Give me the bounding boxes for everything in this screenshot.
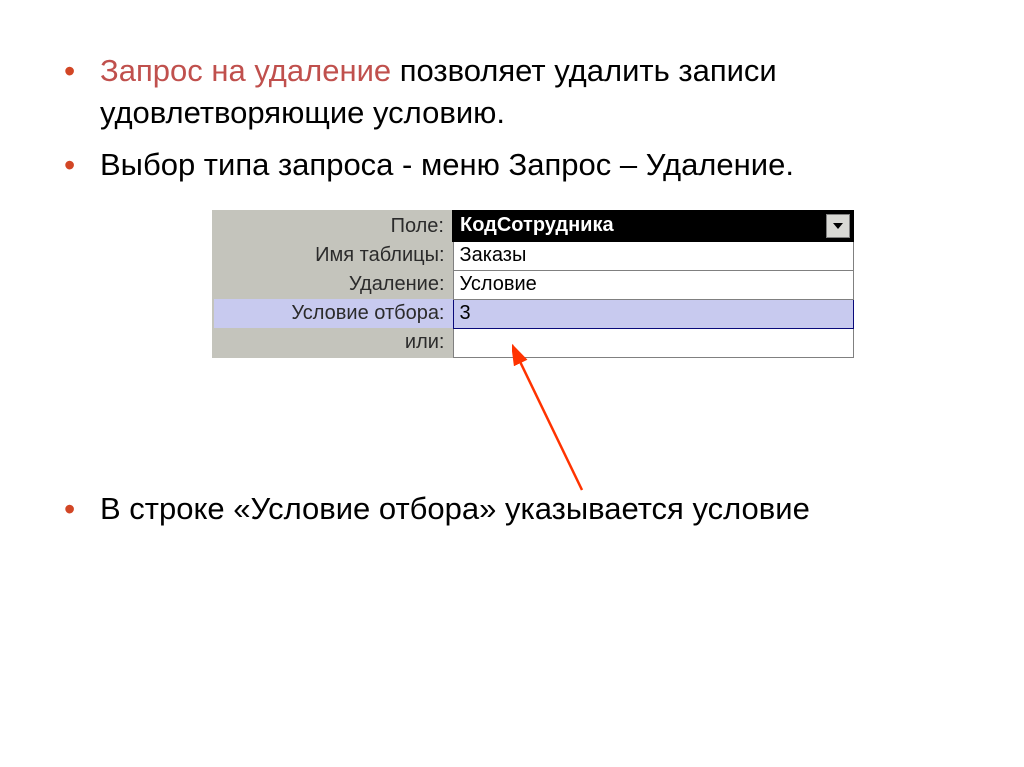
grid-label: Условие отбора: <box>213 299 453 328</box>
bullet-1-highlight: Запрос на удаление <box>100 53 391 88</box>
query-design-grid: Поле: КодСотрудника Имя таблицы: Заказы … <box>212 210 852 358</box>
grid-value-table[interactable]: Заказы <box>453 241 853 271</box>
grid-label: Удаление: <box>213 270 453 299</box>
grid-row-table: Имя таблицы: Заказы <box>213 241 853 271</box>
grid-label: или: <box>213 328 453 357</box>
bullet-list-top: Запрос на удаление позволяет удалить зап… <box>100 50 964 186</box>
grid-row-criteria: Условие отбора: 3 <box>213 299 853 328</box>
bullet-3: В строке «Условие отбора» указывается ус… <box>100 488 964 530</box>
grid-row-field: Поле: КодСотрудника <box>213 211 853 241</box>
bullet-list-bottom: В строке «Условие отбора» указывается ус… <box>100 488 964 530</box>
grid-value-criteria[interactable]: 3 <box>453 299 853 328</box>
grid-value-or[interactable] <box>453 328 853 357</box>
dropdown-icon[interactable] <box>826 214 850 238</box>
grid-row-or: или: <box>213 328 853 357</box>
grid-value-text: КодСотрудника <box>460 214 614 236</box>
grid-value-delete[interactable]: Условие <box>453 270 853 299</box>
grid-row-delete: Удаление: Условие <box>213 270 853 299</box>
grid-value-field[interactable]: КодСотрудника <box>453 211 853 241</box>
slide-content: Запрос на удаление позволяет удалить зап… <box>0 0 1024 529</box>
grid-label: Поле: <box>213 211 453 241</box>
bullet-2: Выбор типа запроса - меню Запрос – Удале… <box>100 144 964 186</box>
bullet-1: Запрос на удаление позволяет удалить зап… <box>100 50 964 134</box>
grid-label: Имя таблицы: <box>213 241 453 271</box>
pointer-arrow-icon <box>512 340 712 500</box>
